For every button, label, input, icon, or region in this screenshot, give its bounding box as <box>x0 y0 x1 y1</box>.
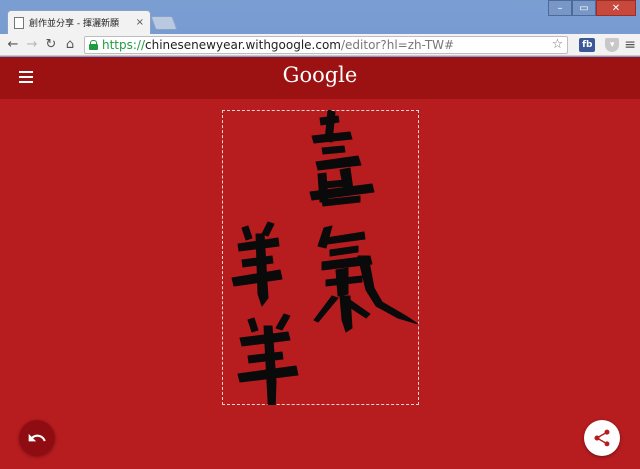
browser-window: 創作並分享 - 揮灑新願 × – ▭ ✕ ← → ↻ ⌂ https://chi… <box>0 0 640 469</box>
calligraphy-char-xi <box>309 110 375 207</box>
undo-icon <box>28 433 46 442</box>
maximize-button[interactable]: ▭ <box>572 0 596 16</box>
undo-button[interactable] <box>19 420 55 456</box>
minimize-button[interactable]: – <box>548 0 572 16</box>
share-icon <box>594 429 610 447</box>
calligraphy-char-qi <box>313 225 419 333</box>
calligraphy-artwork <box>231 110 419 405</box>
share-button[interactable] <box>584 420 620 456</box>
browser-toolbar: ← → ↻ ⌂ https://chinesenewyear.withgoogl… <box>0 34 640 56</box>
url-host: chinesenewyear.withgoogle.com <box>145 37 341 52</box>
browser-tab[interactable]: 創作並分享 - 揮灑新願 × <box>7 10 151 34</box>
bookmark-star-icon[interactable]: ☆ <box>552 37 564 52</box>
shield-extension-icon[interactable]: ▾ <box>605 37 620 52</box>
url-scheme: https:// <box>102 37 146 52</box>
close-window-button[interactable]: ✕ <box>596 0 636 16</box>
back-button[interactable]: ← <box>4 36 22 54</box>
app-bar: Google <box>0 57 640 99</box>
page-content: Google <box>0 57 640 469</box>
reload-button[interactable]: ↻ <box>42 36 60 54</box>
google-logo: Google <box>282 63 358 87</box>
facebook-extension-icon[interactable]: fb <box>579 37 596 52</box>
url-text[interactable]: https://chinesenewyear.withgoogle.com/ed… <box>102 38 552 52</box>
browser-menu-icon[interactable]: ≡ <box>624 37 636 53</box>
home-button[interactable]: ⌂ <box>61 36 79 54</box>
new-tab-button[interactable] <box>150 16 178 30</box>
tab-strip: 創作並分享 - 揮灑新願 × – ▭ ✕ <box>0 0 640 34</box>
forward-button[interactable]: → <box>23 36 41 54</box>
tab-close-icon[interactable]: × <box>136 17 144 28</box>
calligraphy-char-yang-2 <box>237 313 299 405</box>
window-controls: – ▭ ✕ <box>548 0 636 16</box>
secure-lock-icon <box>89 39 98 50</box>
tab-title: 創作並分享 - 揮灑新願 <box>29 19 119 29</box>
calligraphy-char-yang-1 <box>231 221 283 307</box>
page-favicon-icon <box>14 16 24 29</box>
address-bar[interactable]: https://chinesenewyear.withgoogle.com/ed… <box>84 35 569 54</box>
url-path: /editor?hl=zh-TW# <box>341 37 455 52</box>
